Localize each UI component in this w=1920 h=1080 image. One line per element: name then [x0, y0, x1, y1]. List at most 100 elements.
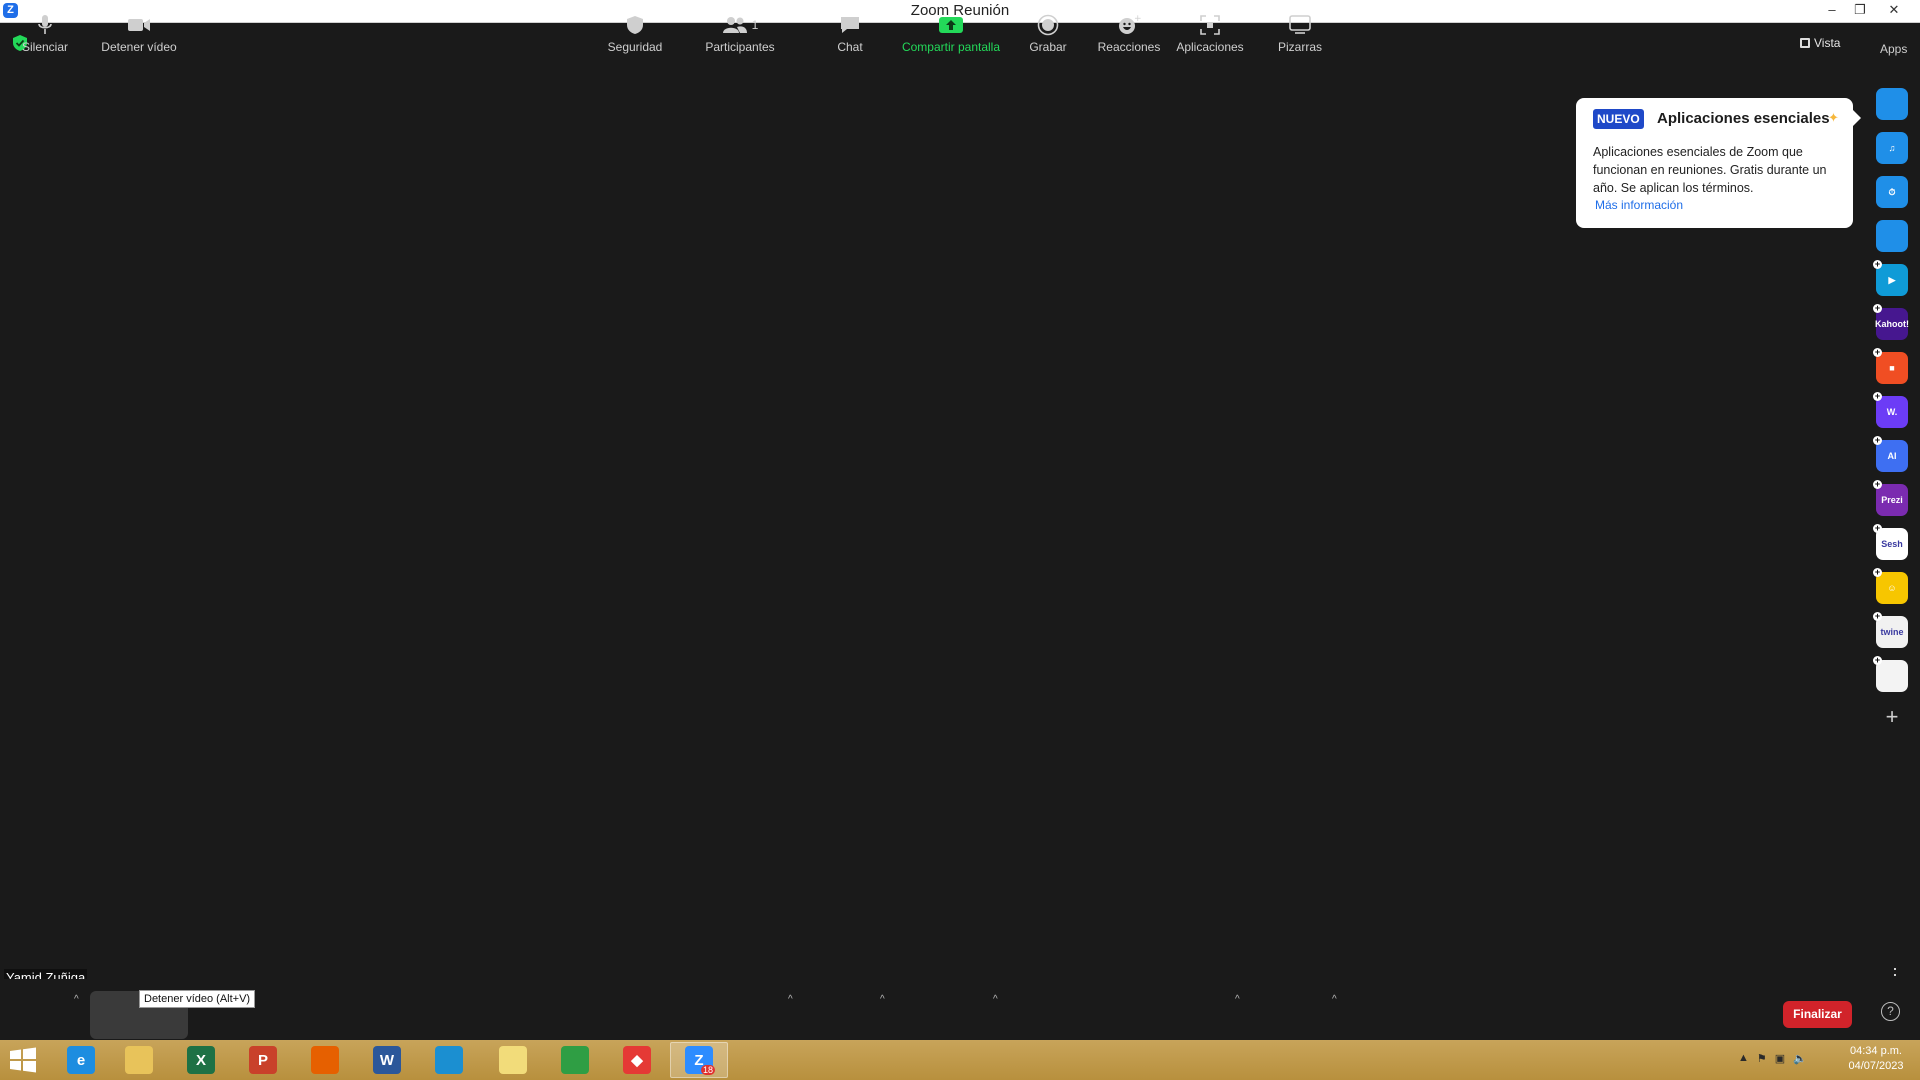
clock-date: 04/07/2023 [1848, 1060, 1904, 1072]
whiteboards-options-caret[interactable]: ^ [1332, 994, 1337, 1005]
powerpoint-icon[interactable]: P [234, 1042, 292, 1078]
minimize-button[interactable]: – [1818, 0, 1846, 22]
word-icon[interactable]: W [358, 1042, 416, 1078]
microphone-icon [37, 13, 53, 37]
popup-title: Aplicaciones esenciales [1657, 110, 1830, 127]
participants-button[interactable]: 1 Participantes [700, 0, 780, 61]
anydesk-icon[interactable]: ◆ [608, 1042, 666, 1078]
mute-button[interactable]: Silenciar [16, 0, 74, 61]
zoom-icon[interactable]: Z 18 [670, 1042, 728, 1078]
sticky-notes-icon[interactable] [484, 1042, 542, 1078]
help-icon[interactable]: ? [1881, 1002, 1900, 1021]
stop-video-button[interactable]: Detener vídeo [92, 0, 186, 61]
reactions-button[interactable]: + Reacciones [1094, 0, 1164, 61]
volume-icon[interactable]: 🔈 [1793, 1052, 1807, 1065]
add-app-badge[interactable]: + [1873, 612, 1882, 621]
share-screen-button[interactable]: Compartir pantalla [898, 0, 1004, 61]
notification-badge: 18 [700, 1065, 715, 1075]
security-shield-icon [626, 13, 644, 37]
share-screen-icon [938, 13, 964, 37]
record-icon [1037, 13, 1059, 37]
file-explorer-glyph [125, 1046, 153, 1074]
whiteboards-button[interactable]: Pizarras [1272, 0, 1328, 61]
kahoot-app-icon[interactable]: Kahoot! [1875, 308, 1909, 340]
firefox-icon[interactable] [296, 1042, 354, 1078]
add-app-badge[interactable]: + [1873, 480, 1882, 489]
apps-grid-icon [1200, 13, 1220, 37]
add-app-icon[interactable]: + [1883, 706, 1901, 728]
whiteboards-label: Pizarras [1277, 40, 1322, 54]
excel-icon[interactable]: X [172, 1042, 230, 1078]
add-app-badge[interactable]: + [1873, 524, 1882, 533]
view-grid-icon [1800, 38, 1810, 48]
svg-text:+: + [1134, 14, 1141, 24]
participants-label: Participantes [705, 40, 775, 54]
firefox-glyph [311, 1046, 339, 1074]
sparkle-icon: ✦ [1828, 110, 1839, 125]
emoji-app-icon[interactable]: ☺ [1876, 572, 1908, 604]
restore-button[interactable]: ❐ [1846, 0, 1874, 22]
chat-bubble-icon [839, 13, 861, 37]
prezi-app-icon[interactable]: Prezi [1876, 484, 1908, 516]
participants-options-caret[interactable]: ^ [788, 994, 793, 1005]
red-app-icon[interactable]: ■ [1876, 352, 1908, 384]
add-app-badge[interactable]: + [1873, 656, 1882, 665]
profile-app-icon[interactable] [1876, 220, 1908, 252]
powerpoint-glyph: P [249, 1046, 277, 1074]
timer-app-icon[interactable]: ⏱ [1876, 176, 1908, 208]
edge-icon[interactable] [420, 1042, 478, 1078]
file-explorer-icon[interactable] [110, 1042, 168, 1078]
music-app-icon[interactable]: ♫ [1876, 132, 1908, 164]
add-app-badge[interactable]: + [1873, 392, 1882, 401]
internet-explorer-glyph: e [67, 1046, 95, 1074]
add-app-badge[interactable]: + [1873, 568, 1882, 577]
security-button[interactable]: Seguridad [600, 0, 670, 61]
chat-options-caret[interactable]: ^ [880, 994, 885, 1005]
windows-start-icon[interactable] [8, 1046, 38, 1074]
wooclap-app-icon[interactable]: W. [1876, 396, 1908, 428]
network-icon[interactable]: ▣ [1775, 1052, 1785, 1065]
mute-label: Silenciar [21, 40, 69, 54]
add-app-badge[interactable]: + [1873, 348, 1882, 357]
excel-glyph: X [187, 1046, 215, 1074]
chrome-icon[interactable] [546, 1042, 604, 1078]
share-options-caret[interactable]: ^ [993, 994, 998, 1005]
apps-panel-title: Apps [1880, 42, 1908, 56]
chat-button[interactable]: Chat [824, 0, 876, 61]
system-tray: ▲ ⚑ ▣ 🔈 [1738, 1052, 1807, 1065]
sesh-app-icon[interactable]: Sesh [1876, 528, 1908, 560]
apps-button[interactable]: Aplicaciones [1172, 0, 1248, 61]
apps-label: Aplicaciones [1176, 40, 1244, 54]
participants-icon: 1 [722, 13, 758, 37]
taskbar-clock[interactable]: 04:34 p.m. 04/07/2023 [1836, 1044, 1916, 1074]
tray-expand-icon[interactable]: ▲ [1738, 1052, 1749, 1065]
add-app-badge[interactable]: + [1873, 304, 1882, 313]
stop-video-label: Detener vídeo [101, 40, 177, 54]
view-button[interactable]: Vista [1800, 33, 1852, 53]
audio-options-caret[interactable]: ^ [74, 994, 79, 1005]
twine-app-icon[interactable]: twine [1876, 616, 1908, 648]
record-button[interactable]: Grabar [1022, 0, 1074, 61]
video-tooltip: Detener vídeo (Alt+V) [139, 990, 256, 1008]
view-label: Vista [1814, 36, 1841, 50]
word-glyph: W [373, 1046, 401, 1074]
new-badge: NUEVO [1593, 109, 1644, 129]
smiley-plus-icon: + [1117, 13, 1141, 37]
flow-app-icon[interactable]: ▶ [1876, 264, 1908, 296]
add-app-badge[interactable]: + [1873, 436, 1882, 445]
video-camera-icon [127, 13, 151, 37]
sticky-notes-glyph [499, 1046, 527, 1074]
flag-icon[interactable]: ⚑ [1757, 1052, 1767, 1065]
whiteboard-icon [1289, 13, 1311, 37]
more-info-link[interactable]: Más información [1595, 198, 1683, 212]
grid-app-icon[interactable] [1876, 660, 1908, 692]
apps-options-caret[interactable]: ^ [1235, 994, 1240, 1005]
close-button[interactable]: ✕ [1880, 0, 1908, 22]
end-meeting-button[interactable]: Finalizar [1783, 1001, 1852, 1028]
ai-app-icon[interactable]: AI [1876, 440, 1908, 472]
internet-explorer-icon[interactable]: e [52, 1042, 110, 1078]
camera-app-icon[interactable] [1876, 88, 1908, 120]
meeting-toolbar [0, 979, 1920, 1040]
add-app-badge[interactable]: + [1873, 260, 1882, 269]
record-label: Grabar [1029, 40, 1067, 54]
